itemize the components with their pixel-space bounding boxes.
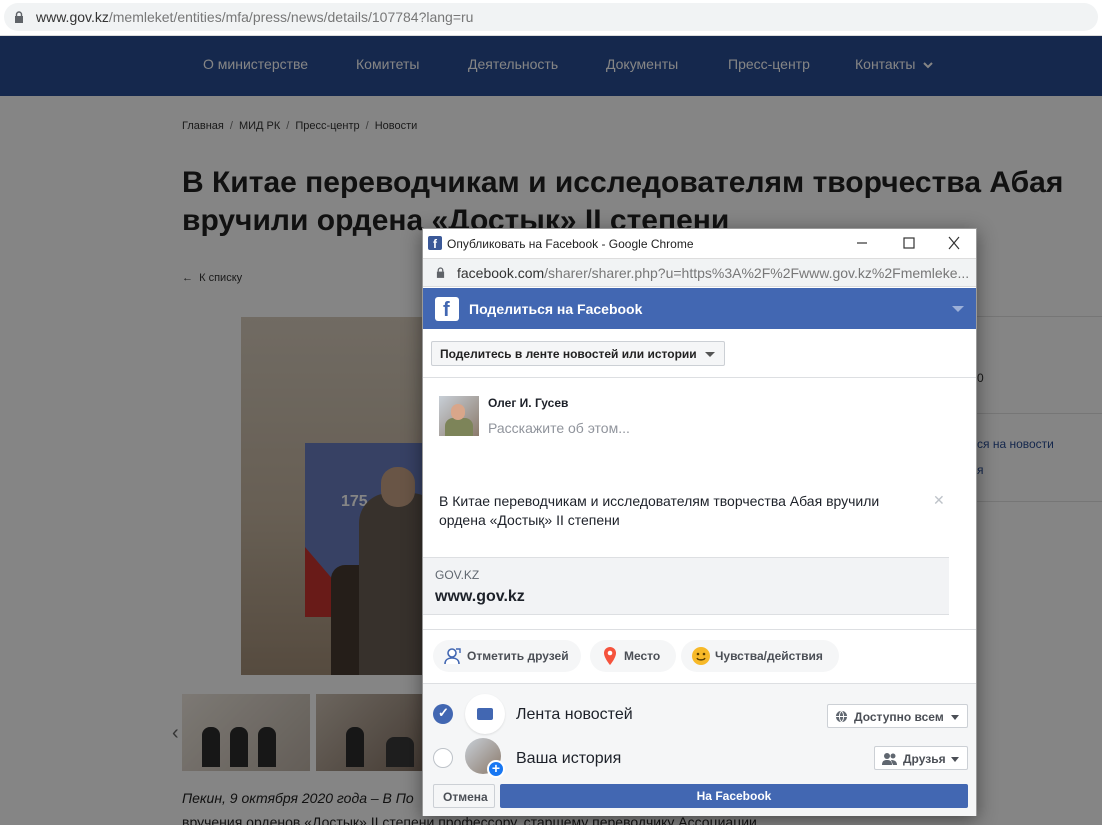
checkmark-icon: ✓ (438, 705, 449, 720)
remove-quote-icon[interactable]: ✕ (933, 492, 945, 509)
caret-down-icon (951, 757, 959, 762)
divider (423, 377, 976, 378)
close-icon[interactable] (945, 235, 963, 251)
quote-text: В Китае переводчикам и исследователям тв… (439, 493, 880, 528)
story-radio[interactable] (433, 748, 453, 768)
add-story-plus-icon: + (487, 760, 505, 778)
url-host: www.gov.kz (36, 9, 109, 25)
tag-friends-label: Отметить друзей (467, 649, 569, 663)
feed-privacy-label: Доступно всем (854, 710, 944, 724)
story-avatar: + (465, 738, 505, 778)
url-text: www.gov.kz/memleket/entities/mfa/press/n… (36, 9, 473, 25)
location-pin-icon (604, 647, 616, 665)
facebook-share-header: f Поделиться на Facebook (423, 288, 976, 329)
feed-option-label: Лента новостей (516, 706, 633, 723)
lock-icon (15, 11, 23, 23)
friends-icon (882, 753, 897, 765)
share-target-select[interactable]: Поделитесь в ленте новостей или истории (431, 341, 725, 366)
feed-checkbox[interactable]: ✓ (433, 704, 453, 724)
story-option-label: Ваша история (516, 750, 622, 767)
location-button[interactable]: Место (590, 640, 676, 672)
story-privacy-dropdown[interactable]: Друзья (874, 746, 968, 770)
maximize-icon[interactable] (900, 235, 918, 251)
facebook-share-window: f Опубликовать на Facebook - Google Chro… (422, 228, 977, 816)
news-feed-icon (465, 694, 505, 734)
popup-url: facebook.com/sharer/sharer.php?u=https%3… (457, 265, 969, 281)
link-domain: GOV.KZ (435, 568, 480, 582)
feeling-activity-button[interactable]: Чувства/действия (681, 640, 839, 672)
popup-address-bar[interactable]: facebook.com/sharer/sharer.php?u=https%3… (423, 258, 976, 287)
url-path: /memleket/entities/mfa/press/news/detail… (108, 9, 474, 25)
feed-privacy-dropdown[interactable]: Доступно всем (827, 704, 968, 728)
location-label: Место (624, 649, 661, 663)
quote-block: В Китае переводчикам и исследователям тв… (423, 484, 963, 534)
link-preview[interactable]: GOV.KZ www.gov.kz (423, 557, 949, 615)
popup-url-path: /sharer/sharer.php?u=https%3A%2F%2Fwww.g… (544, 265, 970, 281)
cancel-button[interactable]: Отмена (433, 784, 495, 808)
window-title: Опубликовать на Facebook - Google Chrome (447, 237, 694, 251)
divider (423, 629, 976, 630)
caret-down-icon (951, 715, 959, 720)
address-bar: www.gov.kz/memleket/entities/mfa/press/n… (0, 0, 1102, 36)
story-privacy-label: Друзья (903, 752, 946, 766)
facebook-favicon-icon: f (428, 236, 442, 251)
caret-down-icon (705, 352, 715, 357)
facebook-logo-icon: f (435, 297, 459, 321)
share-header-title: Поделиться на Facebook (469, 301, 643, 317)
audience-section: ✓ Лента новостей Доступно всем + Ваша ис… (423, 683, 976, 816)
cancel-label: Отмена (443, 790, 488, 804)
browser-page: www.gov.kz/memleket/entities/mfa/press/n… (0, 0, 1102, 825)
composer-input[interactable]: Расскажите об этом... (488, 420, 630, 436)
address-field[interactable]: www.gov.kz/memleket/entities/mfa/press/n… (4, 3, 1098, 31)
smiley-icon (692, 647, 710, 665)
post-to-facebook-button[interactable]: На Facebook (500, 784, 968, 808)
globe-icon (835, 710, 848, 723)
user-avatar (439, 396, 479, 436)
post-label: На Facebook (696, 789, 772, 803)
header-dropdown-icon[interactable] (952, 306, 964, 312)
feeling-activity-label: Чувства/действия (715, 649, 823, 663)
popup-url-host: facebook.com (457, 265, 545, 281)
window-titlebar: f Опубликовать на Facebook - Google Chro… (423, 229, 976, 258)
link-title: www.gov.kz (435, 588, 525, 605)
minimize-icon[interactable] (853, 235, 871, 251)
share-target-label: Поделитесь в ленте новостей или истории (440, 347, 697, 361)
lock-icon (436, 267, 445, 278)
user-name: Олег И. Гусев (488, 396, 569, 410)
tag-friends-icon (444, 648, 461, 665)
tag-friends-button[interactable]: Отметить друзей (433, 640, 581, 672)
